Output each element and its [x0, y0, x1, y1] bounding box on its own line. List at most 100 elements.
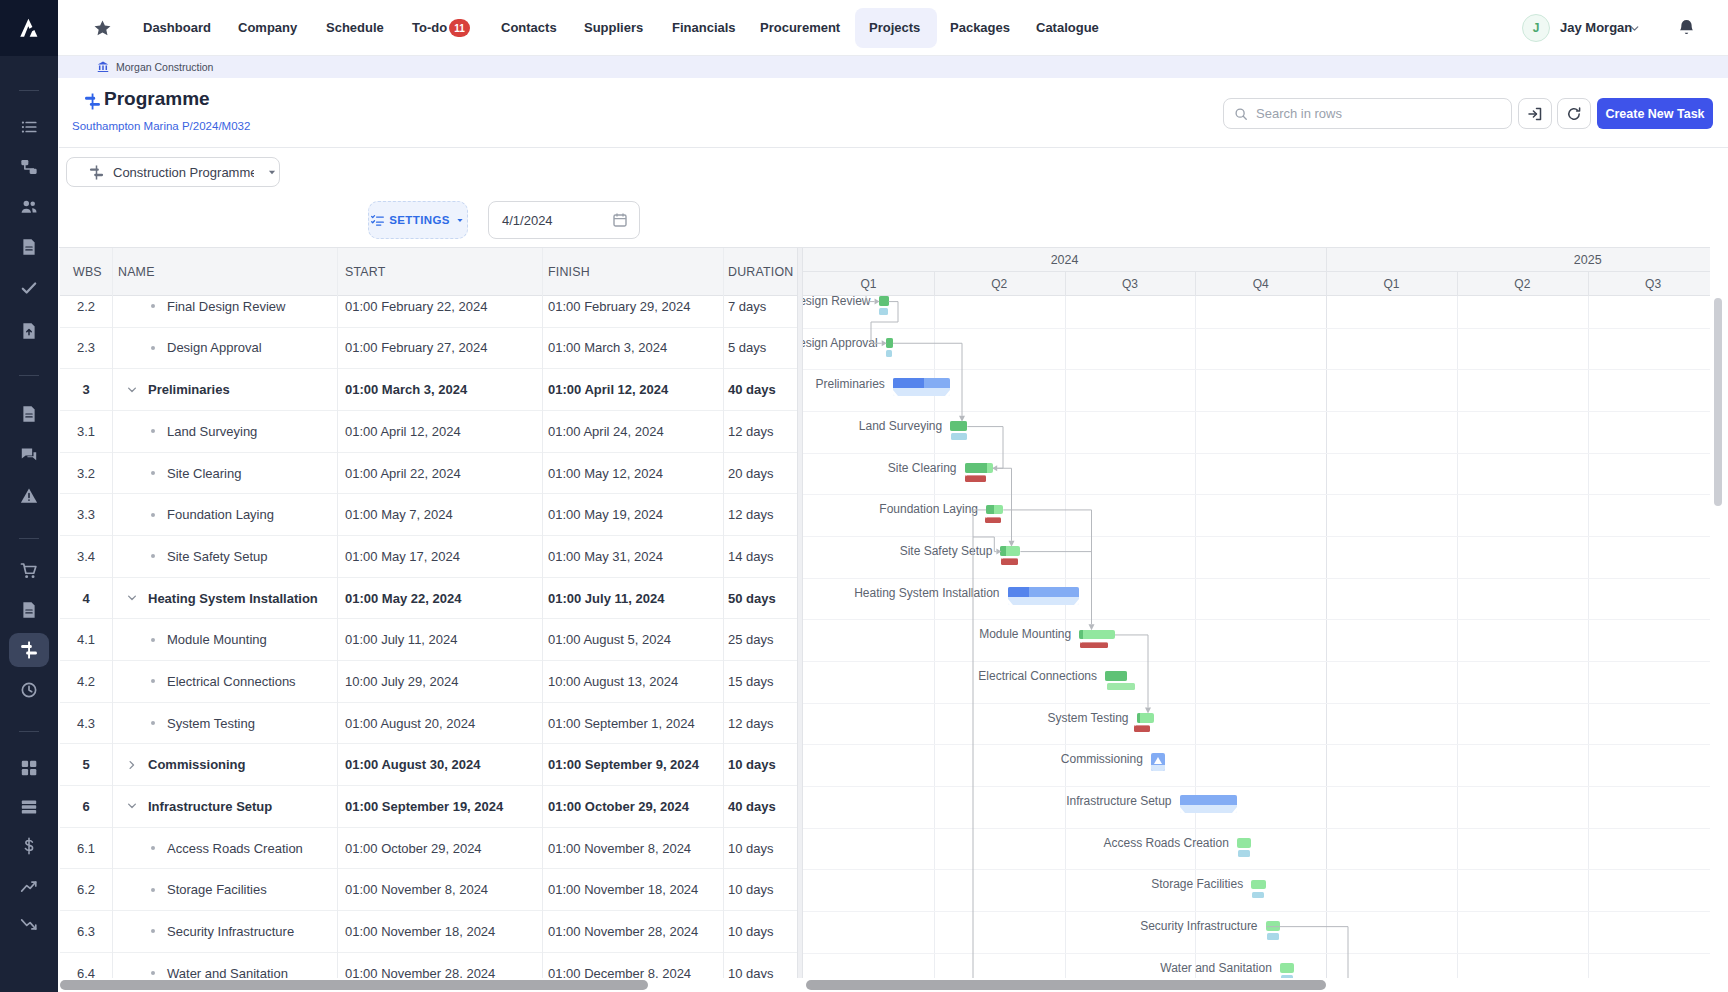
sidebar-item-check-icon[interactable]	[0, 272, 58, 304]
collapse-chevron-icon[interactable]	[124, 382, 140, 398]
sidebar-item-chat-icon[interactable]	[0, 439, 58, 471]
nav-item-catalogue[interactable]: Catalogue	[1036, 0, 1099, 55]
date-input[interactable]: 4/1/2024	[488, 201, 640, 239]
refresh-button[interactable]	[1557, 98, 1591, 129]
table-row[interactable]: 6.1Access Roads Creation01:00 October 29…	[60, 828, 797, 870]
cell-wbs: 6.1	[60, 828, 112, 869]
nav-item-dashboard[interactable]: Dashboard	[143, 0, 211, 55]
sidebar-item-trend-down-icon[interactable]	[0, 909, 58, 941]
nav-item-to-do[interactable]: To-do	[412, 0, 447, 55]
table-row[interactable]: 4Heating System Installation01:00 May 22…	[60, 578, 797, 620]
task-bullet-icon	[151, 679, 155, 683]
cell-name: Foundation Laying	[167, 494, 274, 535]
nav-item-financials[interactable]: Financials	[672, 0, 736, 55]
nav-item-contacts[interactable]: Contacts	[501, 0, 557, 55]
nav-item-company[interactable]: Company	[238, 0, 297, 55]
table-row[interactable]: 3.4Site Safety Setup01:00 May 17, 202401…	[60, 536, 797, 578]
table-row[interactable]: 2.2Final Design Review01:00 February 22,…	[60, 296, 797, 328]
cell-start: 10:00 July 29, 2024	[345, 661, 458, 702]
gantt-horizontal-scrollbar[interactable]	[806, 980, 1326, 990]
column-header-start[interactable]: START	[345, 248, 385, 296]
cell-duration: 10 days	[728, 911, 774, 952]
page-subtitle-link[interactable]: Southampton Marina P/2024/M032	[72, 120, 250, 132]
table-row[interactable]: 5Commissioning01:00 August 30, 202401:00…	[60, 744, 797, 786]
sidebar-item-trend-up-icon[interactable]	[0, 870, 58, 902]
nav-item-schedule[interactable]: Schedule	[326, 0, 384, 55]
sidebar-item-hierarchy-icon[interactable]	[0, 151, 58, 183]
table-row[interactable]: 6.4Water and Sanitation01:00 November 28…	[60, 953, 797, 978]
logo-icon	[15, 14, 43, 42]
table-row[interactable]: 6Infrastructure Setup01:00 September 19,…	[60, 786, 797, 828]
nav-item-projects[interactable]: Projects	[869, 0, 920, 55]
sidebar-divider	[19, 538, 39, 539]
vertical-scrollbar[interactable]	[1714, 298, 1722, 506]
user-menu-chevron-icon[interactable]	[1628, 22, 1641, 35]
sidebar-item-document-icon[interactable]	[0, 231, 58, 263]
search-placeholder: Search in rows	[1256, 106, 1342, 121]
sidebar-item-document-icon[interactable]	[0, 594, 58, 626]
cell-duration: 50 days	[728, 578, 776, 619]
table-row[interactable]: 4.3System Testing01:00 August 20, 202401…	[60, 703, 797, 745]
divider	[59, 147, 1728, 148]
sidebar-item-file-upload-icon[interactable]	[0, 315, 58, 347]
create-new-task-button[interactable]: Create New Task	[1597, 98, 1713, 129]
cell-finish: 01:00 May 19, 2024	[548, 494, 663, 535]
cell-finish: 01:00 April 12, 2024	[548, 369, 668, 410]
app-logo[interactable]	[0, 0, 58, 56]
expand-chevron-icon[interactable]	[124, 757, 140, 773]
notifications-bell-icon[interactable]	[1677, 18, 1696, 37]
breadcrumb-company[interactable]: Morgan Construction	[116, 61, 213, 73]
cell-wbs: 5	[60, 744, 112, 785]
sidebar-item-gantt-icon[interactable]	[9, 633, 49, 667]
cell-duration: 25 days	[728, 619, 774, 660]
cell-name: Final Design Review	[167, 296, 286, 327]
settings-dropdown[interactable]: SETTINGS	[368, 201, 468, 239]
table-horizontal-scrollbar[interactable]	[60, 980, 648, 990]
favorite-star-icon[interactable]	[93, 19, 112, 38]
table-row[interactable]: 4.1Module Mounting01:00 July 11, 202401:…	[60, 619, 797, 661]
table-row[interactable]: 3.3Foundation Laying01:00 May 7, 202401:…	[60, 494, 797, 536]
table-row[interactable]: 3.2Site Clearing01:00 April 22, 202401:0…	[60, 453, 797, 495]
search-input[interactable]: Search in rows	[1223, 98, 1512, 129]
column-header-finish[interactable]: FINISH	[548, 248, 590, 296]
export-button[interactable]	[1518, 98, 1552, 129]
user-name[interactable]: Jay Morgan	[1560, 0, 1632, 55]
column-header-wbs[interactable]: WBS	[73, 248, 102, 296]
table-row[interactable]: 6.3Security Infrastructure01:00 November…	[60, 911, 797, 953]
column-divider	[112, 248, 113, 978]
column-header-duration[interactable]: DURATION	[728, 248, 793, 296]
sidebar-item-document-icon[interactable]	[0, 398, 58, 430]
sidebar-item-grid-icon[interactable]	[0, 752, 58, 784]
nav-item-procurement[interactable]: Procurement	[760, 0, 840, 55]
cell-duration: 20 days	[728, 453, 774, 494]
cell-duration: 15 days	[728, 661, 774, 702]
sidebar-item-people-icon[interactable]	[0, 191, 58, 223]
table-row[interactable]: 6.2Storage Facilities01:00 November 8, 2…	[60, 869, 797, 911]
table-row[interactable]: 3Preliminaries01:00 March 3, 202401:00 A…	[60, 369, 797, 411]
cell-start: 01:00 August 20, 2024	[345, 703, 475, 744]
collapse-chevron-icon[interactable]	[124, 590, 140, 606]
task-bullet-icon	[151, 346, 155, 350]
view-selector-dropdown[interactable]: Construction Programme	[66, 157, 280, 187]
cell-wbs: 4.3	[60, 703, 112, 744]
cell-duration: 14 days	[728, 536, 774, 577]
sidebar-item-warning-icon[interactable]	[0, 480, 58, 512]
sidebar-item-clock-icon[interactable]	[0, 674, 58, 706]
column-header-name[interactable]: NAME	[118, 248, 155, 296]
nav-item-packages[interactable]: Packages	[950, 0, 1010, 55]
sidebar-item-dollar-icon[interactable]	[0, 830, 58, 862]
sidebar-item-list-icon[interactable]	[0, 111, 58, 143]
table-row[interactable]: 4.2Electrical Connections10:00 July 29, …	[60, 661, 797, 703]
calendar-icon[interactable]	[612, 212, 628, 228]
cell-wbs: 6.4	[60, 953, 112, 978]
sidebar-item-rows-icon[interactable]	[0, 791, 58, 823]
table-row[interactable]: 3.1Land Surveying01:00 April 12, 202401:…	[60, 411, 797, 453]
settings-list-icon	[370, 213, 385, 228]
collapse-chevron-icon[interactable]	[124, 798, 140, 814]
sidebar-item-cart-icon[interactable]	[0, 555, 58, 587]
dependency-connectors	[803, 296, 1710, 979]
sidebar-divider	[19, 731, 39, 732]
table-row[interactable]: 2.3Design Approval01:00 February 27, 202…	[60, 328, 797, 370]
nav-item-suppliers[interactable]: Suppliers	[584, 0, 643, 55]
avatar[interactable]: J	[1522, 14, 1550, 42]
